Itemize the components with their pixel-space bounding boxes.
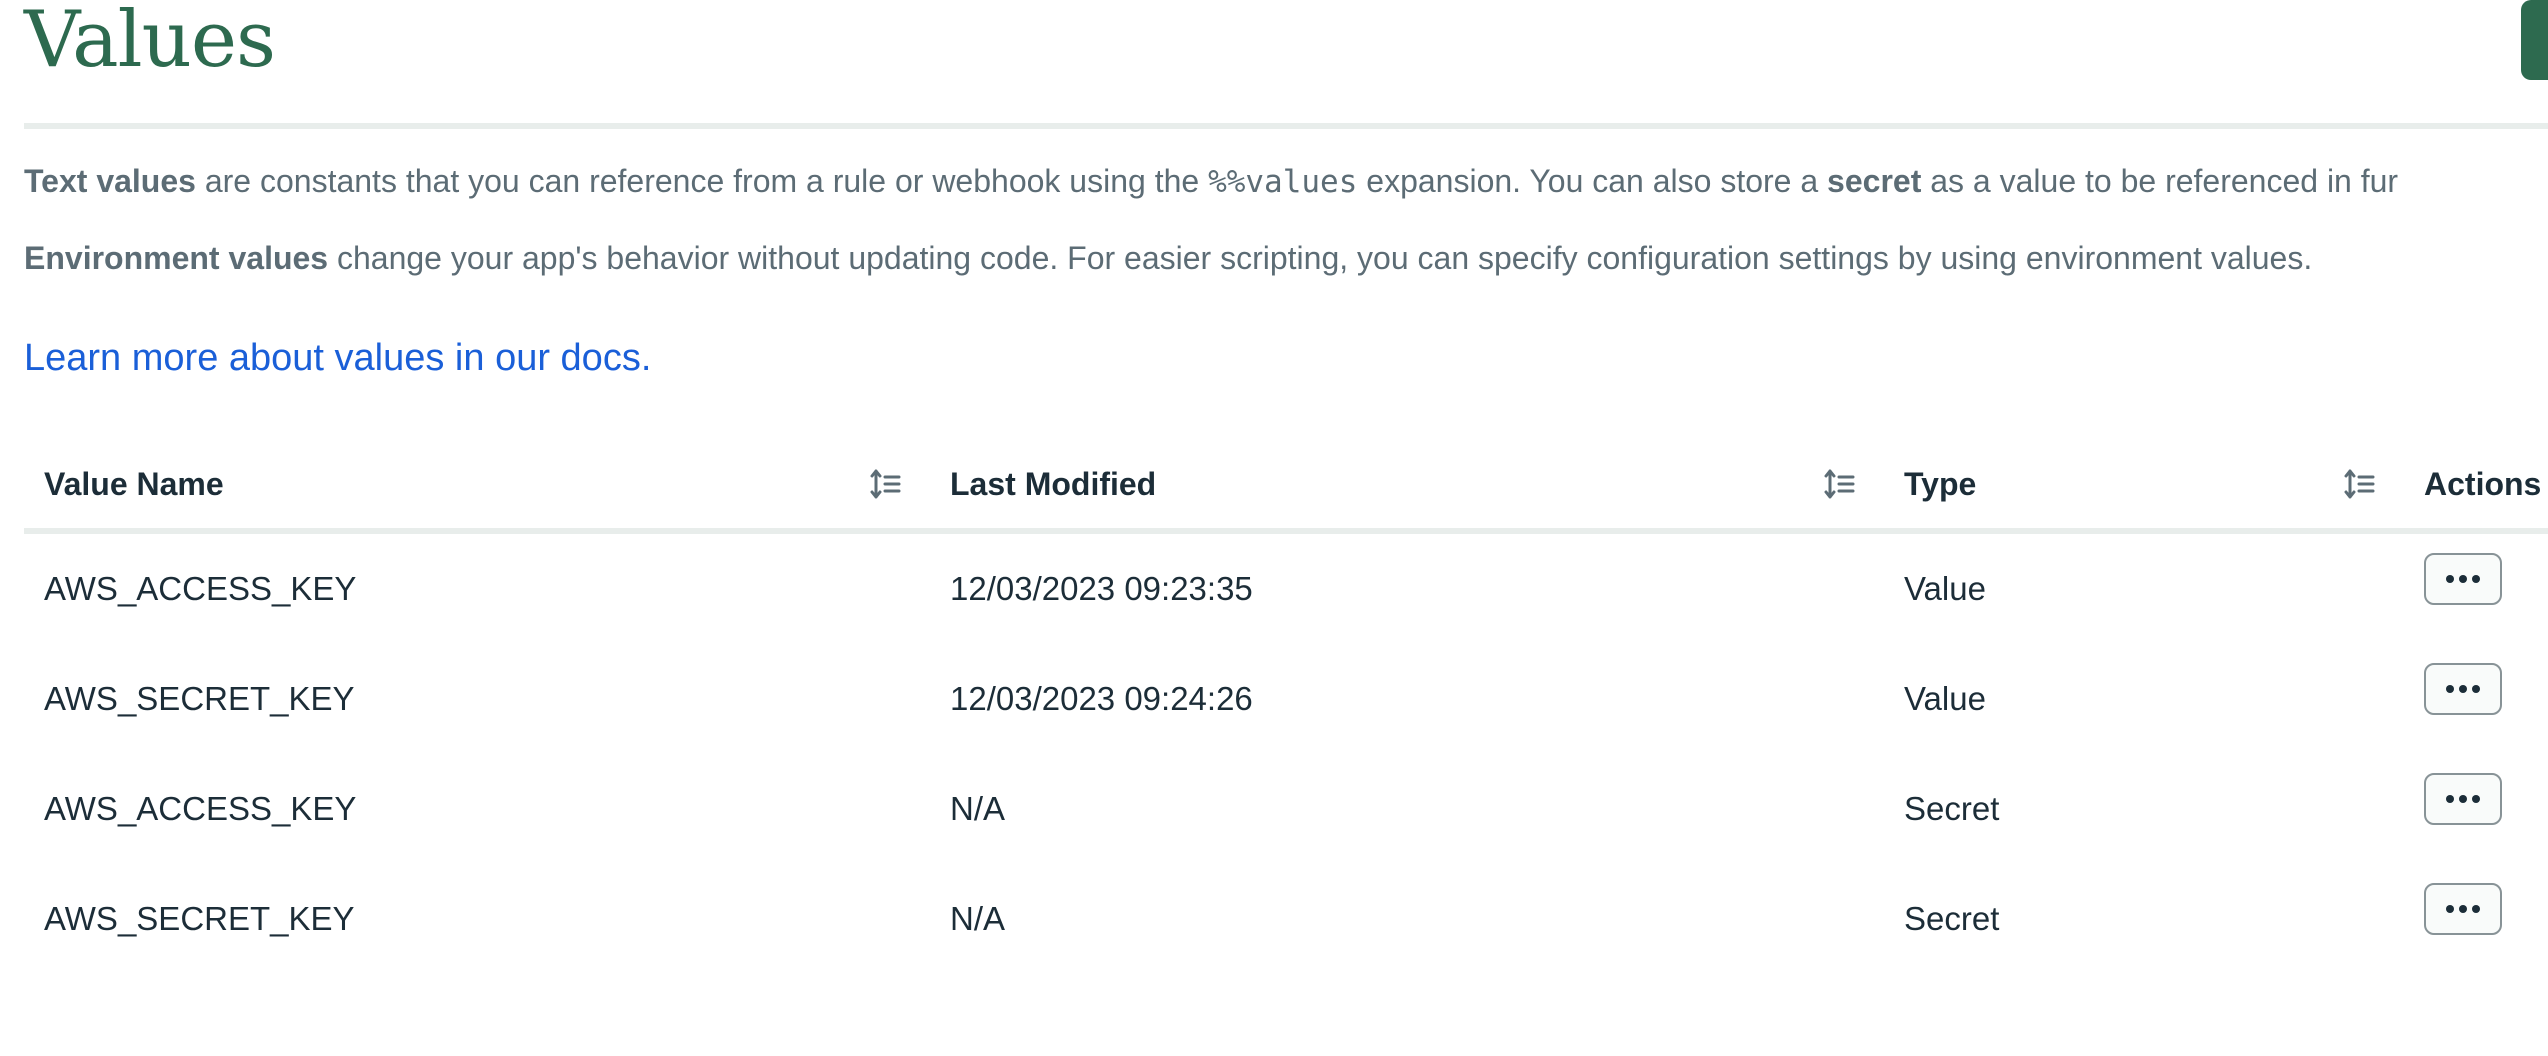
column-header-type: Type: [1884, 440, 2404, 534]
values-page: Values Text values are constants that yo…: [0, 0, 2548, 1056]
column-header-label: Actions: [2424, 465, 2542, 502]
description-text: change your app's behavior without updat…: [328, 240, 2313, 276]
actions-cell: [2404, 864, 2548, 974]
actions-cell: [2404, 754, 2548, 864]
text-values-description: Text values are constants that you can r…: [24, 161, 2398, 202]
row-actions-button[interactable]: [2424, 553, 2502, 605]
title-divider: [24, 123, 2548, 129]
ellipsis-icon: [2446, 685, 2480, 693]
type-cell: Secret: [1904, 900, 2000, 937]
last-modified-cell: 12/03/2023 09:24:26: [950, 680, 1253, 717]
ellipsis-icon: [2446, 795, 2480, 803]
sort-icon[interactable]: [2340, 464, 2380, 504]
table-header-row: Value Name Last Modified Type Actions: [24, 440, 2548, 534]
column-header-label: Last Modified: [950, 465, 1157, 502]
row-actions-button[interactable]: [2424, 883, 2502, 935]
ellipsis-icon: [2446, 575, 2480, 583]
text-values-term: Text values: [24, 163, 196, 199]
value-name-cell: AWS_SECRET_KEY: [44, 680, 355, 717]
last-modified-cell: N/A: [950, 790, 1006, 827]
value-name-cell: AWS_ACCESS_KEY: [44, 790, 357, 827]
values-table: Value Name Last Modified Type Actions AW…: [24, 440, 2548, 974]
table-row: AWS_ACCESS_KEY 12/03/2023 09:23:35 Value: [24, 531, 2548, 644]
actions-cell: [2404, 644, 2548, 754]
description-text: as a value to be referenced in fur: [1921, 163, 2399, 199]
column-header-actions: Actions: [2404, 440, 2548, 534]
docs-link[interactable]: Learn more about values in our docs.: [24, 336, 651, 380]
secret-term: secret: [1827, 163, 1922, 199]
column-header-value-name: Value Name: [24, 440, 930, 534]
create-value-button[interactable]: [2521, 0, 2548, 80]
sort-icon[interactable]: [866, 464, 906, 504]
type-cell: Value: [1904, 570, 1986, 607]
sort-icon[interactable]: [1820, 464, 1860, 504]
column-header-label: Value Name: [44, 465, 224, 502]
value-name-cell: AWS_SECRET_KEY: [44, 900, 355, 937]
table-row: AWS_SECRET_KEY N/A Secret: [24, 864, 2548, 974]
ellipsis-icon: [2446, 905, 2480, 913]
description-text: are constants that you can reference fro…: [195, 163, 1209, 199]
actions-cell: [2404, 531, 2548, 644]
values-expansion-code: %%values: [1208, 164, 1358, 200]
value-name-cell: AWS_ACCESS_KEY: [44, 570, 357, 607]
row-actions-button[interactable]: [2424, 663, 2502, 715]
type-cell: Value: [1904, 680, 1986, 717]
type-cell: Secret: [1904, 790, 2000, 827]
page-title: Values: [24, 0, 276, 85]
environment-values-description: Environment values change your app's beh…: [24, 238, 2312, 278]
column-header-label: Type: [1904, 465, 1977, 502]
table-row: AWS_SECRET_KEY 12/03/2023 09:24:26 Value: [24, 644, 2548, 754]
row-actions-button[interactable]: [2424, 773, 2502, 825]
last-modified-cell: 12/03/2023 09:23:35: [950, 570, 1253, 607]
table-row: AWS_ACCESS_KEY N/A Secret: [24, 754, 2548, 864]
last-modified-cell: N/A: [950, 900, 1006, 937]
column-header-last-modified: Last Modified: [930, 440, 1884, 534]
description-text: expansion. You can also store a: [1357, 163, 1828, 199]
environment-values-term: Environment values: [24, 240, 329, 276]
